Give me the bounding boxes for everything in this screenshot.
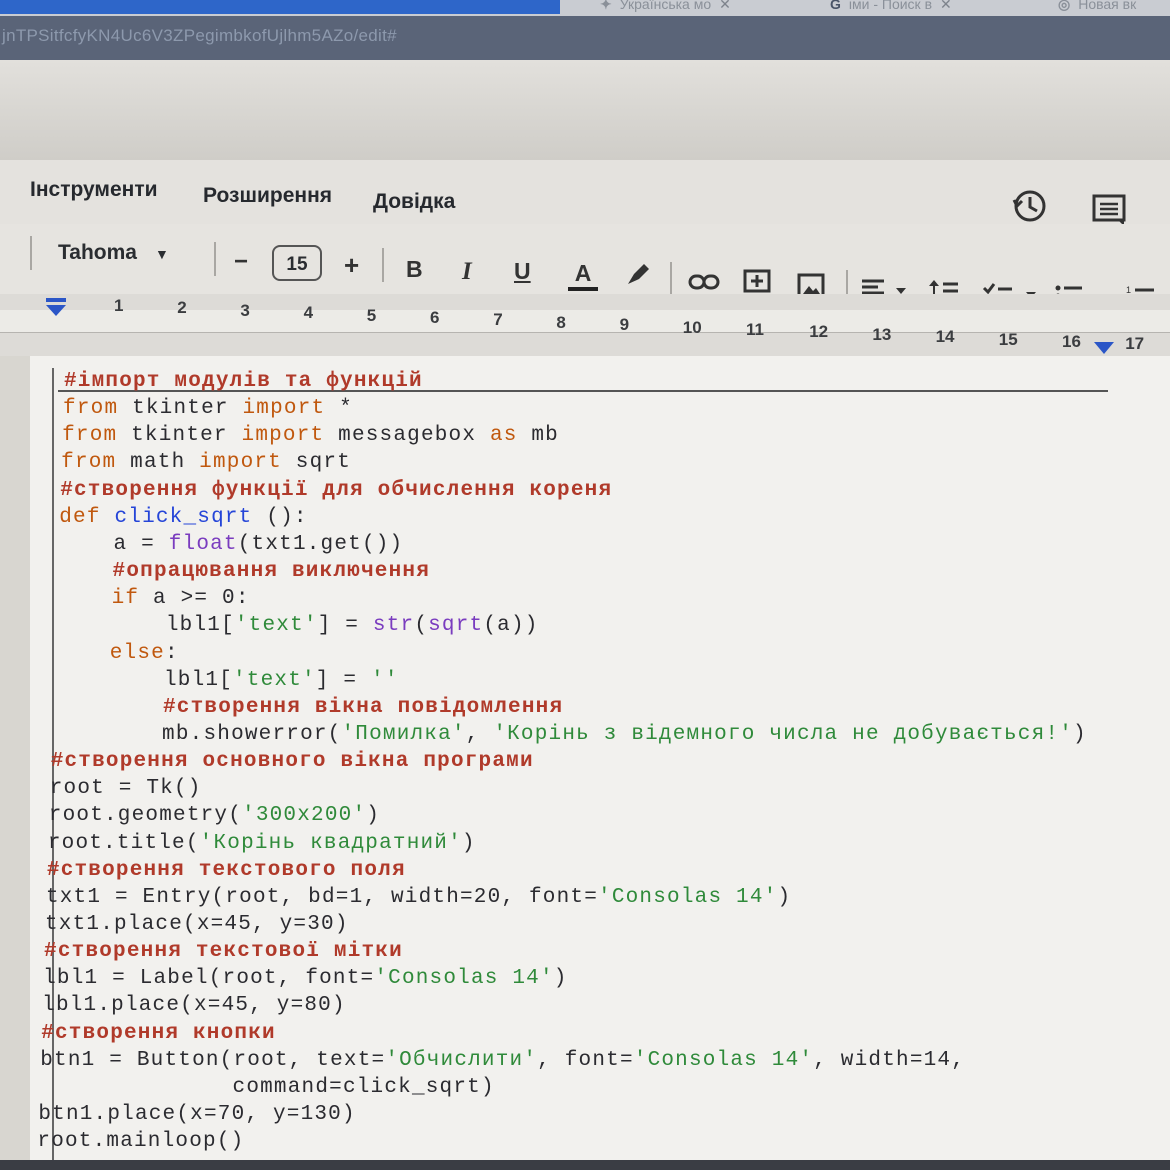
code-line: lbl1.place(x=45, y=80) — [42, 994, 346, 1018]
code-line: root.mainloop() — [37, 1130, 245, 1154]
code-line: #створення основного вікна програми — [50, 750, 534, 774]
code-line: root.title('Корінь квадратний') — [47, 831, 476, 855]
code-line: #створення вікна повідомлення — [52, 695, 564, 719]
code-line: if a >= 0: — [111, 587, 250, 611]
code-line: from tkinter import messagebox as mb — [62, 424, 559, 448]
code-line: btn1.place(x=70, y=130) — [38, 1103, 356, 1127]
code-line: root = Tk() — [49, 777, 202, 801]
code-line: lbl1['text'] = '' — [53, 668, 399, 692]
screen-bottom-edge — [0, 1160, 1170, 1170]
code-line: #створення текстової мітки — [44, 940, 403, 964]
code-line: txt1 = Entry(root, bd=1, width=20, font=… — [45, 885, 792, 909]
code-line: #створення кнопки — [41, 1021, 276, 1045]
code-line: btn1 = Button(root, text='Обчислити', fo… — [40, 1048, 966, 1072]
code-line: from math import sqrt — [61, 451, 351, 475]
code-line: else: — [109, 641, 179, 665]
code-line: def click_sqrt (): — [59, 505, 308, 529]
code-line: #створення функції для обчислення кореня — [60, 478, 613, 502]
code-line: from tkinter import * — [63, 397, 353, 421]
code-line: command=click_sqrt) — [39, 1075, 495, 1099]
code-line: lbl1['text'] = str(sqrt(a)) — [55, 614, 539, 638]
code-line: #імпорт модулів та функцій — [64, 370, 423, 393]
code-line: #створення текстового поля — [46, 858, 406, 882]
code-line: txt1.place(x=45, y=30) — [45, 913, 349, 936]
code-line: a = float(txt1.get()) — [58, 532, 404, 556]
code-block: #імпорт модулів та функцій from tkinter i… — [0, 0, 1170, 1170]
code-line: #опрацювання виключення — [57, 560, 430, 584]
code-line: root.geometry('300x200') — [48, 804, 381, 828]
code-line: mb.showerror('Помилка', 'Корінь з відемн… — [51, 722, 1087, 746]
code-line: lbl1 = Label(root, font='Consolas 14') — [43, 967, 568, 991]
